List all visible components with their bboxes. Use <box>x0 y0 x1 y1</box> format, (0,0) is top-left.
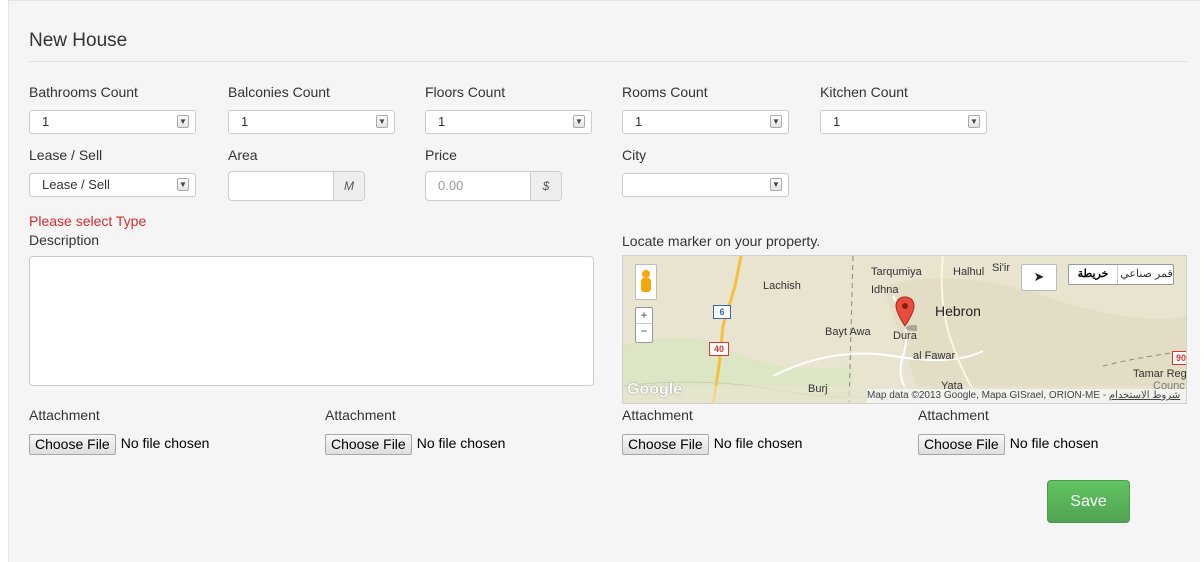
map-label: Locate marker on your property. <box>622 233 821 249</box>
attachment-1-field: Choose File No file chosen <box>29 434 209 455</box>
title-divider <box>29 61 1187 62</box>
attachment-label: Attachment <box>622 407 693 423</box>
road-shield-6: 6 <box>713 305 731 319</box>
kitchen-value: 1 <box>833 114 841 129</box>
attachment-label: Attachment <box>29 407 100 423</box>
kitchen-select[interactable]: 1 ▼ <box>820 110 987 134</box>
chevron-down-icon: ▼ <box>573 115 585 128</box>
floors-value: 1 <box>438 114 446 129</box>
type-error-message: Please select Type <box>29 213 147 229</box>
map-attribution: Map data ©2013 Google, Mapa GISrael, ORI… <box>867 389 1186 403</box>
rooms-value: 1 <box>635 114 643 129</box>
floors-label: Floors Count <box>425 84 506 100</box>
price-unit-addon: $ <box>530 172 561 200</box>
file-status: No file chosen <box>416 435 506 451</box>
map-type-map[interactable]: خريطة <box>1069 265 1118 284</box>
area-label: Area <box>228 147 258 163</box>
choose-file-button[interactable]: Choose File <box>29 434 116 455</box>
description-textarea[interactable] <box>29 256 594 386</box>
attachment-label: Attachment <box>918 407 989 423</box>
bathrooms-label: Bathrooms Count <box>29 84 138 100</box>
kitchen-label: Kitchen Count <box>820 84 908 100</box>
file-status: No file chosen <box>1009 435 1099 451</box>
zoom-in-icon[interactable]: + <box>636 308 652 324</box>
rooms-label: Rooms Count <box>622 84 708 100</box>
place-label: Tarqumiya <box>871 266 922 278</box>
place-label: Bayt Awa <box>825 326 871 338</box>
floors-select[interactable]: 1 ▼ <box>425 110 592 134</box>
choose-file-button[interactable]: Choose File <box>325 434 412 455</box>
place-label: Idhna <box>871 284 899 296</box>
chevron-down-icon: ▼ <box>770 115 782 128</box>
page-title: New House <box>29 30 128 51</box>
zoom-out-icon[interactable]: − <box>636 324 652 339</box>
map-type-toggle[interactable]: قمر صناعي خريطة <box>1068 264 1174 285</box>
chevron-down-icon: ▼ <box>968 115 980 128</box>
chevron-down-icon: ▼ <box>177 115 189 128</box>
place-label: al Fawar <box>913 350 956 362</box>
place-label: Si'ir <box>992 262 1010 274</box>
map-type-satellite[interactable]: قمر صناعي <box>1119 265 1174 284</box>
lease-sell-value: Lease / Sell <box>42 177 110 192</box>
location-map[interactable]: + − ➤ قمر صناعي خريطة 6 40 90 Tarqumiya … <box>622 255 1187 404</box>
lease-sell-label: Lease / Sell <box>29 147 103 163</box>
area-input[interactable]: M <box>228 171 365 201</box>
price-label: Price <box>425 147 457 163</box>
balconies-label: Balconies Count <box>228 84 330 100</box>
chevron-down-icon: ▼ <box>770 178 782 191</box>
rooms-select[interactable]: 1 ▼ <box>622 110 789 134</box>
zoom-control[interactable]: + − <box>635 307 653 343</box>
place-label: Hebron <box>935 303 981 319</box>
price-placeholder: 0.00 <box>438 178 464 193</box>
chevron-down-icon: ▼ <box>376 115 388 128</box>
choose-file-button[interactable]: Choose File <box>622 434 709 455</box>
area-unit-addon: M <box>333 172 364 200</box>
file-status: No file chosen <box>120 435 210 451</box>
save-button[interactable]: Save <box>1047 480 1130 523</box>
map-attribution-text: Map data ©2013 Google, Mapa GISrael, ORI… <box>867 390 1101 401</box>
description-label: Description <box>29 232 100 248</box>
city-select[interactable]: ▼ <box>622 173 789 197</box>
attachment-3-field: Choose File No file chosen <box>622 434 802 455</box>
bathrooms-select[interactable]: 1 ▼ <box>29 110 196 134</box>
attachment-4-field: Choose File No file chosen <box>918 434 1098 455</box>
google-logo: Google <box>627 381 683 398</box>
location-marker-icon[interactable] <box>895 296 917 332</box>
bathrooms-value: 1 <box>42 114 50 129</box>
attachment-2-field: Choose File No file chosen <box>325 434 505 455</box>
place-label: Burj <box>808 383 828 395</box>
city-label: City <box>622 147 647 163</box>
street-view-pegman-icon[interactable] <box>635 264 657 300</box>
balconies-select[interactable]: 1 ▼ <box>228 110 395 134</box>
road-shield-90: 90 <box>1172 351 1186 365</box>
map-terms-link[interactable]: شروط الاستخدام <box>1109 390 1180 401</box>
file-status: No file chosen <box>713 435 803 451</box>
place-label: Lachish <box>763 280 801 292</box>
choose-file-button[interactable]: Choose File <box>918 434 1005 455</box>
attachment-label: Attachment <box>325 407 396 423</box>
lease-sell-select[interactable]: Lease / Sell ▼ <box>29 173 196 197</box>
chevron-down-icon: ▼ <box>177 178 189 191</box>
road-shield-40: 40 <box>709 342 729 356</box>
balconies-value: 1 <box>241 114 249 129</box>
location-arrow-icon[interactable]: ➤ <box>1021 264 1057 291</box>
price-input[interactable]: 0.00 $ <box>425 171 562 201</box>
place-label: Halhul <box>953 266 985 278</box>
place-label: Tamar Reg <box>1133 368 1187 380</box>
